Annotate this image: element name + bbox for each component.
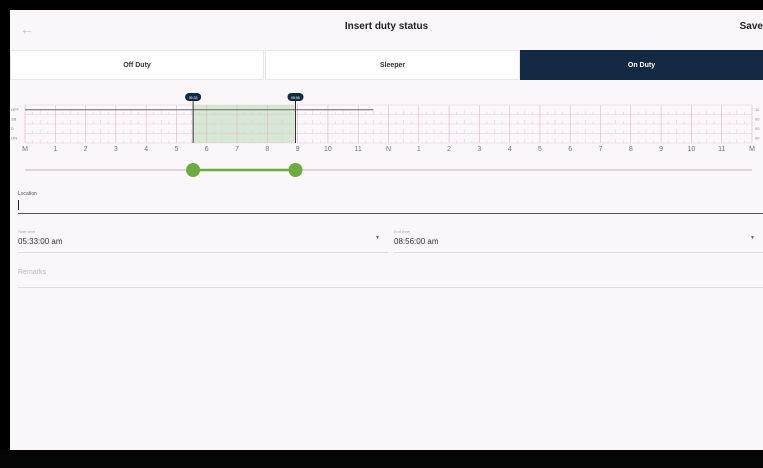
hour-label: 9 (659, 146, 663, 153)
app-header: ← Insert duty status Save (10, 10, 763, 48)
start-time-dropdown-icon[interactable]: ▼ (375, 235, 380, 241)
hour-label: 10 (324, 146, 332, 153)
hour-label: 11 (718, 146, 725, 153)
start-time-bubble-label: 05:33 (189, 96, 198, 100)
end-time-bubble-label: 08:56 (291, 96, 300, 100)
row-label-right: 00 (755, 136, 760, 141)
duty-status-tabs: Off Duty Sleeper On Duty (10, 50, 763, 80)
start-time-value[interactable]: 05:33:00 am (18, 237, 62, 246)
page-title: Insert duty status (344, 21, 429, 32)
tab-off-duty[interactable]: Off Duty (10, 50, 264, 80)
duty-status-screen: ← Insert duty status Save Off Duty Sleep… (10, 10, 763, 450)
row-label-right: 00 (755, 126, 760, 131)
tab-sleeper[interactable]: Sleeper (265, 50, 520, 80)
location-input[interactable] (18, 213, 763, 214)
start-time-handle[interactable] (186, 163, 201, 177)
start-time-underline (18, 252, 388, 253)
duty-graph[interactable]: OFF SB D ON 11 00 00 00 M 1 2 3 4 5 6 7 8 9 10 11 N 1 2 3 4 5 6 7 8 9… (10, 92, 763, 182)
end-time-value[interactable]: 08:56:00 am (394, 237, 438, 246)
hour-label: M (749, 146, 755, 153)
location-input-cursor (18, 200, 19, 210)
hour-label: M (22, 146, 28, 153)
hour-label: 6 (205, 146, 209, 153)
hour-label: 1 (417, 146, 421, 153)
hour-label: 2 (84, 146, 88, 153)
end-time-dropdown-icon[interactable]: ▼ (750, 235, 755, 241)
hour-label: 10 (688, 146, 696, 153)
remarks-input[interactable]: Remarks (18, 269, 46, 276)
end-time-handle[interactable] (288, 163, 303, 177)
row-label-right: 11 (755, 107, 760, 112)
hour-label: 1 (53, 146, 57, 153)
row-label-left: ON (11, 136, 17, 141)
hour-label: 11 (355, 146, 362, 153)
location-label: Location (18, 191, 37, 197)
hour-label: 8 (265, 146, 269, 153)
system-nav-bar (0, 450, 763, 468)
hour-label: 3 (114, 146, 118, 153)
hour-label: 5 (175, 146, 179, 153)
row-label-right: 00 (755, 117, 760, 122)
remarks-underline (18, 287, 763, 288)
row-label-left: SB (11, 117, 17, 122)
hour-label: 4 (508, 146, 512, 153)
hour-label: 4 (144, 146, 148, 153)
hour-label: 3 (477, 146, 481, 153)
hour-label: 7 (235, 146, 239, 153)
end-time-label: End time (394, 229, 410, 234)
hour-label: 6 (568, 146, 572, 153)
save-button[interactable]: Save (740, 21, 763, 32)
hour-label: 9 (296, 146, 300, 153)
row-label-left: D (11, 126, 14, 131)
hour-label: 7 (599, 146, 603, 153)
tab-on-duty[interactable]: On Duty (520, 50, 763, 80)
row-label-left: OFF (11, 107, 20, 112)
duty-graph-svg[interactable]: OFFSBDON11000000M 1 2 3 4 5 6 7 8 9 10 11 N 1 2 3 4 5 6 7 8 9… (10, 92, 763, 182)
end-time-underline (394, 252, 763, 253)
hour-label: 8 (629, 146, 633, 153)
hour-label: 2 (447, 146, 451, 153)
hour-label: 5 (538, 146, 542, 153)
start-time-label: Start time (18, 229, 36, 234)
hour-label: N (386, 146, 391, 153)
